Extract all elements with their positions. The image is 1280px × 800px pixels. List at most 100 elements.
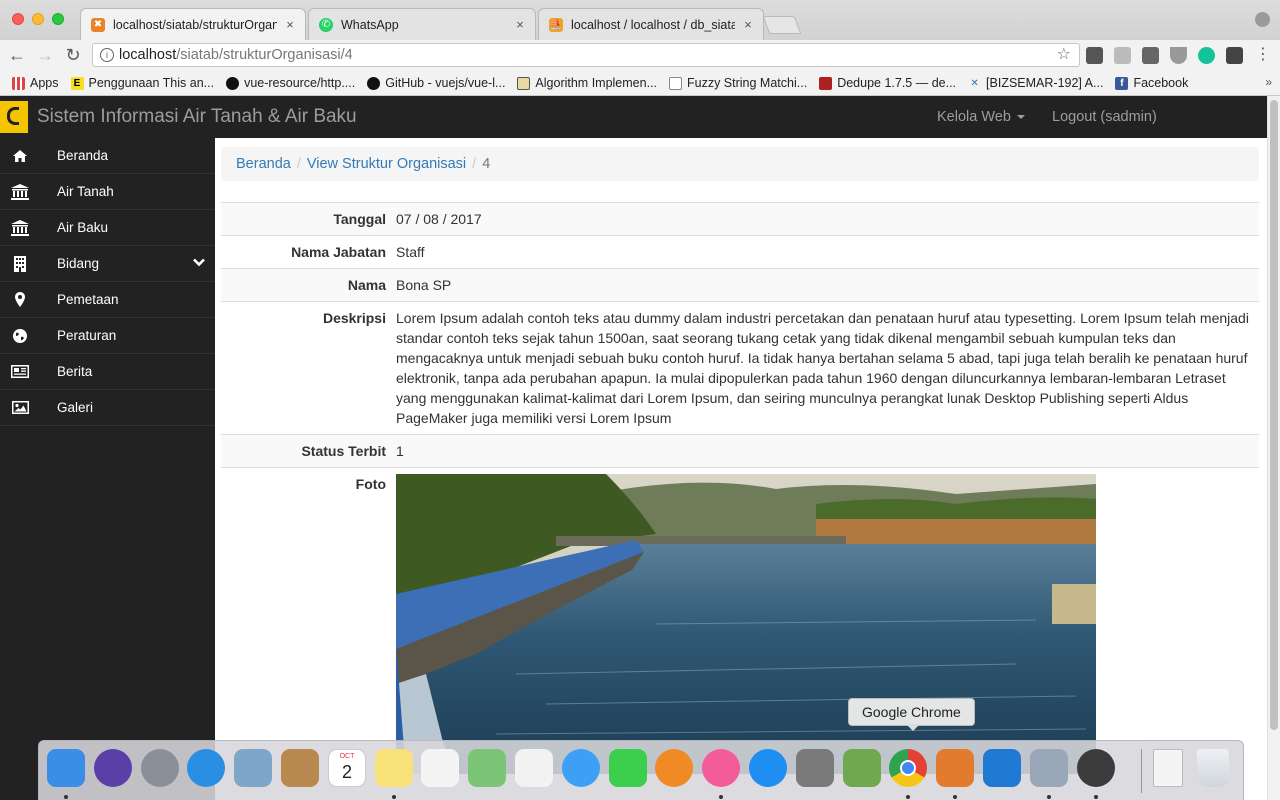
scrollbar-thumb[interactable] xyxy=(1270,100,1278,730)
chrome-menu-icon[interactable]: ⋮ xyxy=(1252,44,1274,66)
breadcrumb-home-link[interactable]: Beranda xyxy=(236,156,291,172)
qr-extension-icon[interactable] xyxy=(1142,47,1159,64)
running-indicator xyxy=(392,795,396,799)
system-preferences-icon[interactable] xyxy=(796,749,834,787)
tab-whatsapp[interactable]: ✆ WhatsApp × xyxy=(308,8,536,40)
sidebar-item-air-baku[interactable]: Air Baku xyxy=(0,210,215,246)
safari-icon[interactable] xyxy=(187,749,225,787)
notes-icon[interactable] xyxy=(375,749,413,787)
fullscreen-window-button[interactable] xyxy=(52,13,64,25)
bookmark-github-vuejs[interactable]: GitHub - vuejs/vue-l... xyxy=(367,76,505,90)
reminders-icon[interactable] xyxy=(421,749,459,787)
extension-icon[interactable] xyxy=(1086,47,1103,64)
photos-icon[interactable] xyxy=(515,749,553,787)
deskripsi-label: Deskripsi xyxy=(221,301,396,435)
calendar-day-label: 2 xyxy=(341,762,352,782)
paint-icon[interactable] xyxy=(936,749,974,787)
ibooks-icon[interactable] xyxy=(655,749,693,787)
android-studio-icon[interactable] xyxy=(843,749,881,787)
camera-extension-icon[interactable] xyxy=(1114,47,1131,64)
pdf-document-icon[interactable] xyxy=(1153,749,1183,787)
sidebar-item-berita[interactable]: Berita xyxy=(0,354,215,390)
tab-phpmyadmin[interactable]: ⛵ localhost / localhost / db_siatab × xyxy=(538,8,764,40)
running-indicator xyxy=(64,795,68,799)
vue-devtools-icon[interactable] xyxy=(1170,47,1187,64)
tab-siatab[interactable]: ✖ localhost/siatab/strukturOrgan × xyxy=(80,8,306,40)
finder-icon[interactable] xyxy=(47,749,85,787)
siri-icon[interactable] xyxy=(94,749,132,787)
preview-icon[interactable] xyxy=(234,749,272,787)
sidebar-item-peraturan[interactable]: Peraturan xyxy=(0,318,215,354)
bookmarks-bar: Apps E Penggunaan This an... vue-resourc… xyxy=(0,71,1280,96)
bookmark-penggunaan[interactable]: E Penggunaan This an... xyxy=(70,76,214,90)
bookmark-label: [BIZSEMAR-192] A... xyxy=(986,76,1104,90)
close-tab-icon[interactable]: × xyxy=(513,17,527,32)
app-logo[interactable] xyxy=(0,101,28,133)
quicktime-icon[interactable] xyxy=(1077,749,1115,787)
bookmark-label: GitHub - vuejs/vue-l... xyxy=(385,76,506,90)
sidebar-item-galeri[interactable]: Galeri xyxy=(0,390,215,426)
tab-title: WhatsApp xyxy=(341,17,399,32)
logout-link[interactable]: Logout (sadmin) xyxy=(1052,96,1157,138)
launchpad-icon[interactable] xyxy=(141,749,179,787)
sidebar-item-label: Galeri xyxy=(57,400,94,415)
notefile-icon[interactable] xyxy=(281,749,319,787)
status-label: Status Terbit xyxy=(221,434,396,468)
bookmark-apps[interactable]: Apps xyxy=(12,76,59,90)
detail-table: Tanggal 07 / 08 / 2017 Nama Jabatan Staf… xyxy=(221,202,1259,780)
facetime-icon[interactable] xyxy=(609,749,647,787)
sidebar-item-label: Air Baku xyxy=(57,220,109,235)
new-tab-button[interactable] xyxy=(762,16,802,34)
bookmark-dedupe[interactable]: Dedupe 1.7.5 — de... xyxy=(819,76,956,90)
bookmark-fuzzy[interactable]: Fuzzy String Matchi... xyxy=(669,76,807,90)
app-store-icon[interactable] xyxy=(749,749,787,787)
back-arrow-icon[interactable]: ← xyxy=(6,44,28,66)
browser-toolbar: ← → ↻ i localhost/siatab/strukturOrganis… xyxy=(0,40,1280,71)
table-row: Status Terbit 1 xyxy=(221,434,1259,468)
address-bar[interactable]: i localhost/siatab/strukturOrganisasi/4 … xyxy=(92,43,1080,67)
close-tab-icon[interactable]: × xyxy=(741,17,755,32)
itunes-icon[interactable] xyxy=(702,749,740,787)
maps-icon[interactable] xyxy=(468,749,506,787)
minimize-window-button[interactable] xyxy=(32,13,44,25)
jira-icon: ✕ xyxy=(970,77,979,89)
close-tab-icon[interactable]: × xyxy=(283,17,297,32)
grammarly-icon[interactable] xyxy=(1198,47,1215,64)
info-icon[interactable]: i xyxy=(100,48,114,62)
vscode-icon[interactable] xyxy=(983,749,1021,787)
chevron-down-icon[interactable] xyxy=(193,256,205,271)
bookmark-label: Apps xyxy=(30,76,59,90)
sidebar-item-bidang[interactable]: Bidang xyxy=(0,246,215,282)
kelola-web-dropdown[interactable]: Kelola Web xyxy=(937,96,1025,138)
institution-icon xyxy=(11,183,29,201)
cube-extension-icon[interactable] xyxy=(1226,47,1243,64)
trash-icon[interactable] xyxy=(1197,749,1229,787)
bookmark-bizsemar[interactable]: ✕ [BIZSEMAR-192] A... xyxy=(968,76,1103,90)
app-brand[interactable]: Sistem Informasi Air Tanah & Air Baku xyxy=(37,96,357,138)
main-content: Beranda / View Struktur Organisasi / 4 Tangg… xyxy=(215,138,1267,800)
facebook-icon: f xyxy=(1115,76,1129,90)
profile-avatar-icon[interactable] xyxy=(1255,12,1270,27)
sidebar-item-label: Bidang xyxy=(57,256,100,271)
messages-icon[interactable] xyxy=(562,749,600,787)
chrome-icon[interactable] xyxy=(889,749,927,787)
settings-gear-icon[interactable] xyxy=(1030,749,1068,787)
bookmarks-overflow-icon[interactable]: » xyxy=(1265,75,1272,89)
reload-icon[interactable]: ↻ xyxy=(62,44,84,66)
breadcrumb-parent-link[interactable]: View Struktur Organisasi xyxy=(307,156,466,172)
bookmark-star-icon[interactable]: ☆ xyxy=(1057,44,1071,66)
forward-arrow-icon[interactable]: → xyxy=(34,44,56,66)
bookmark-label: vue-resource/http.... xyxy=(244,76,356,90)
sidebar-item-air-tanah[interactable]: Air Tanah xyxy=(0,174,215,210)
page-scrollbar[interactable] xyxy=(1267,96,1280,800)
calendar-icon[interactable]: OCT 2 xyxy=(328,749,366,787)
bookmark-facebook[interactable]: f Facebook xyxy=(1115,76,1188,90)
tab-title: localhost / localhost / db_siatab xyxy=(571,17,735,32)
reservoir-photo xyxy=(396,474,1096,774)
running-indicator xyxy=(719,795,723,799)
sidebar-item-pemetaan[interactable]: Pemetaan xyxy=(0,282,215,318)
sidebar-item-beranda[interactable]: Beranda xyxy=(0,138,215,174)
bookmark-algorithm[interactable]: Algorithm Implemen... xyxy=(517,76,657,90)
bookmark-vue-resource[interactable]: vue-resource/http.... xyxy=(226,76,355,90)
close-window-button[interactable] xyxy=(12,13,24,25)
